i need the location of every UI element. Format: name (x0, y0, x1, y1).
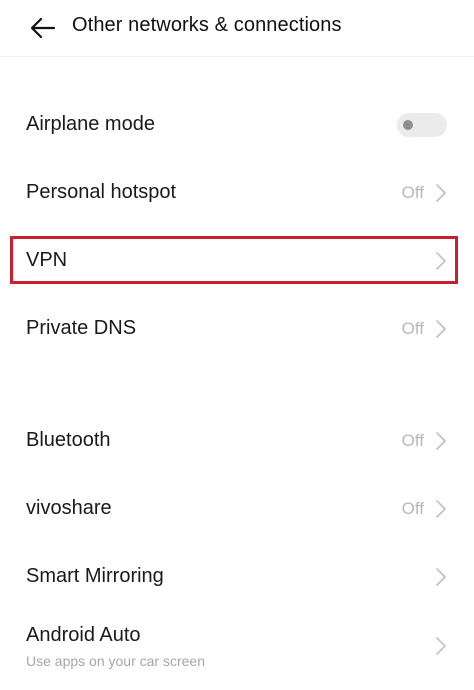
airplane-mode-toggle[interactable] (397, 113, 447, 137)
airplane-mode-row[interactable]: Airplane mode (0, 92, 474, 158)
bluetooth-value: Off (401, 431, 424, 450)
chevron-right-icon (436, 500, 446, 518)
bluetooth-row[interactable]: Bluetooth Off (0, 408, 474, 474)
android-auto-label: Android Auto (26, 624, 141, 646)
app-header: Other networks & connections (0, 0, 474, 56)
private-dns-value: Off (401, 319, 424, 338)
header-divider (0, 56, 474, 57)
android-auto-sublabel: Use apps on your car screen (26, 653, 205, 669)
private-dns-label: Private DNS (26, 317, 137, 339)
bluetooth-label: Bluetooth (26, 429, 111, 451)
chevron-right-icon (436, 184, 446, 202)
private-dns-row[interactable]: Private DNS Off (0, 296, 474, 362)
smart-mirroring-label: Smart Mirroring (26, 565, 164, 587)
chevron-right-icon (436, 637, 446, 655)
chevron-right-icon (436, 568, 446, 586)
personal-hotspot-row[interactable]: Personal hotspot Off (0, 160, 474, 226)
vivoshare-row[interactable]: vivoshare Off (0, 476, 474, 542)
airplane-mode-label: Airplane mode (26, 113, 155, 135)
arrow-left-icon (30, 17, 56, 39)
back-button[interactable] (26, 12, 60, 44)
page-title: Other networks & connections (72, 14, 342, 36)
vivoshare-value: Off (401, 499, 424, 518)
chevron-right-icon (436, 432, 446, 450)
smart-mirroring-row[interactable]: Smart Mirroring (0, 544, 474, 610)
toggle-knob (403, 120, 413, 130)
vpn-highlight-box (10, 236, 458, 284)
chevron-right-icon (436, 320, 446, 338)
personal-hotspot-value: Off (401, 183, 424, 202)
personal-hotspot-label: Personal hotspot (26, 181, 177, 203)
android-auto-row[interactable]: Android Auto Use apps on your car screen (0, 612, 474, 684)
vivoshare-label: vivoshare (26, 497, 112, 519)
